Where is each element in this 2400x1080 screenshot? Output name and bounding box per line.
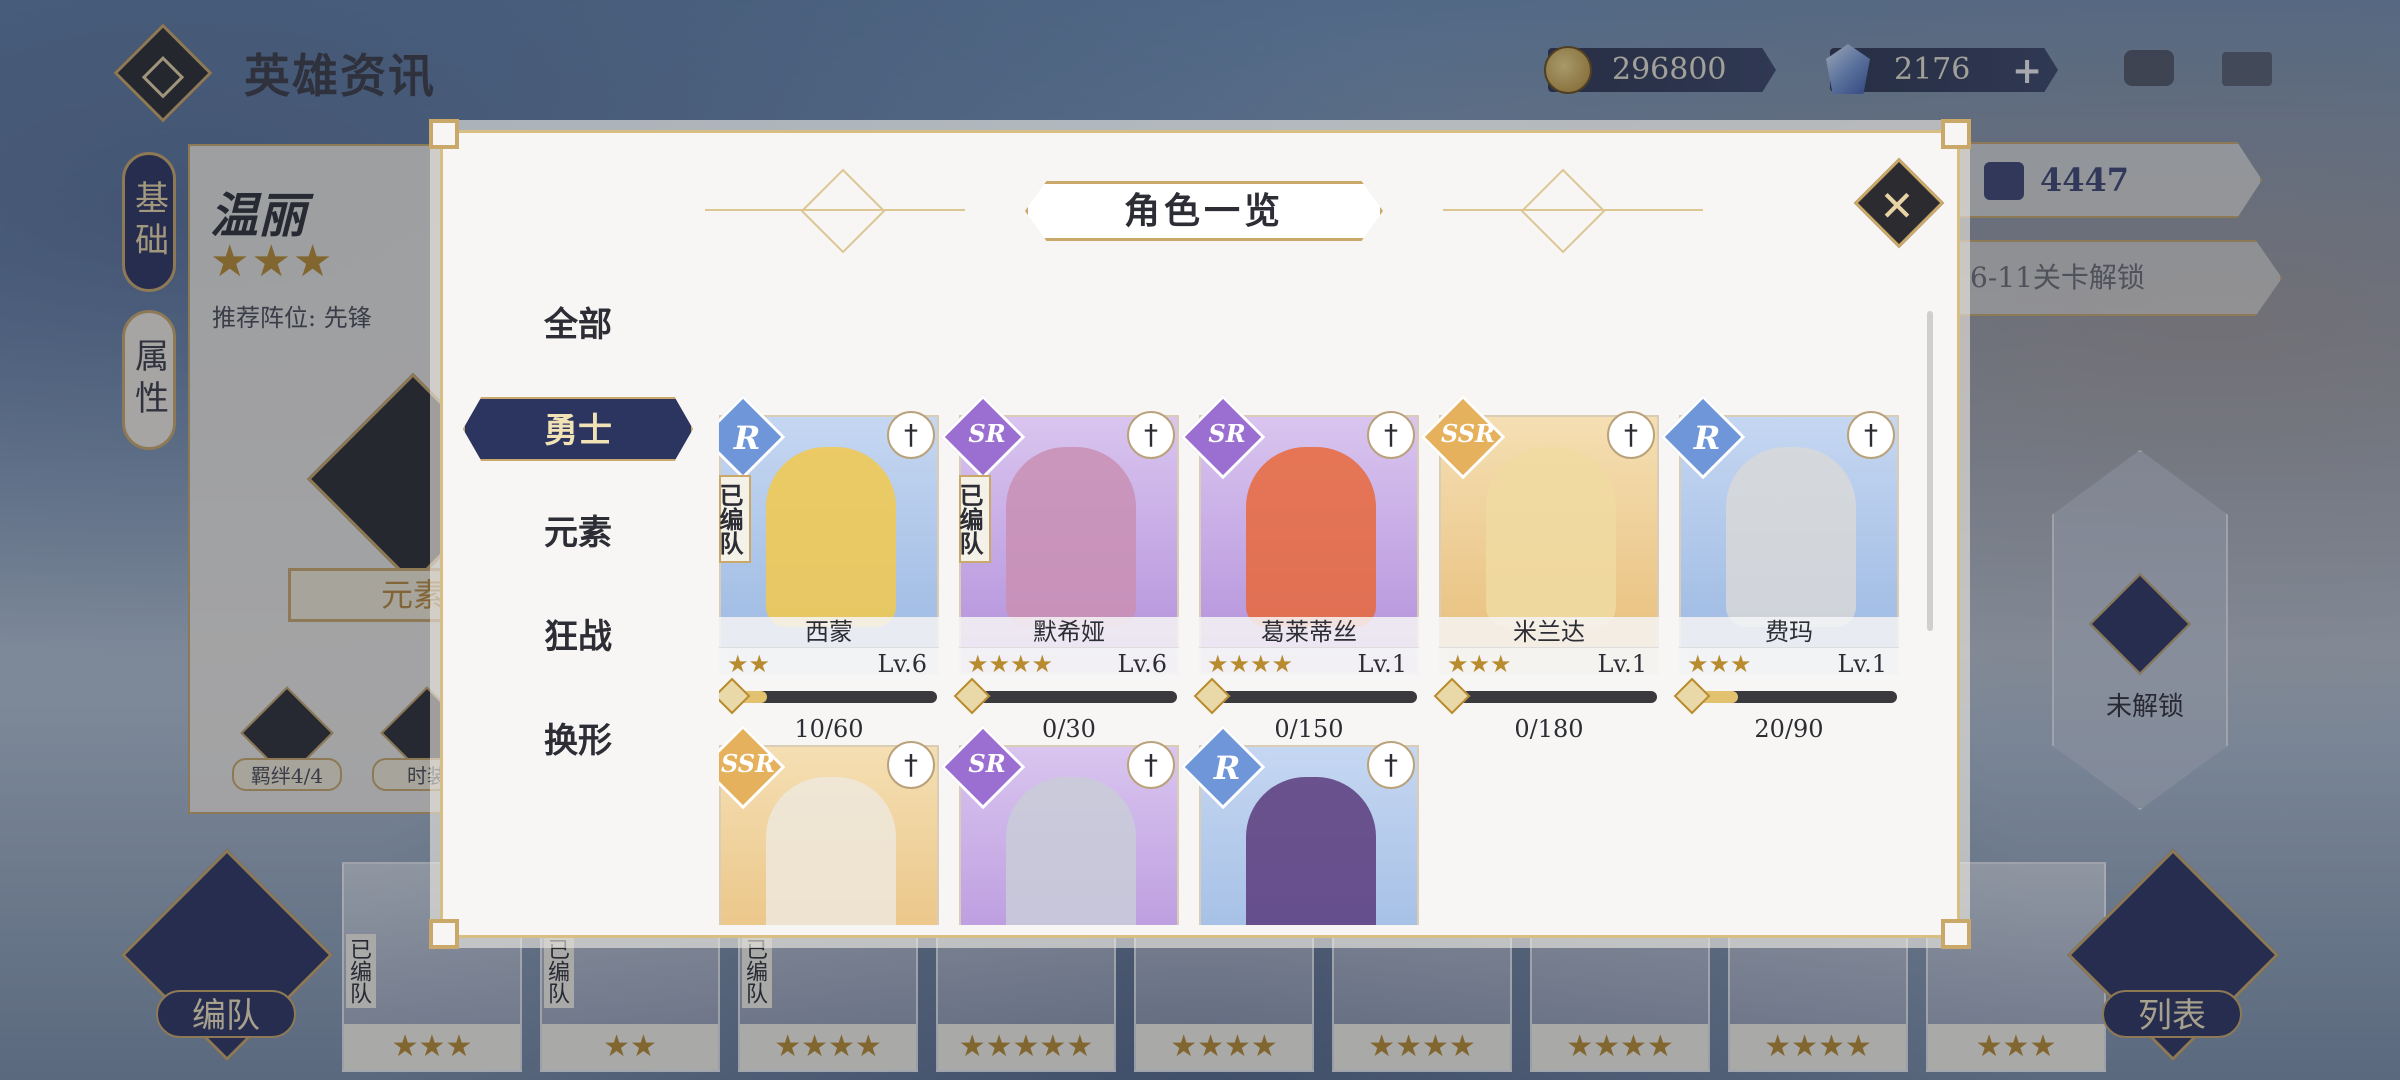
character-level: Lv.1 (1597, 650, 1647, 678)
rarity-label: SR (968, 419, 1006, 448)
close-button[interactable]: ✕ (1853, 157, 1945, 249)
category-1[interactable]: 勇士 (463, 397, 693, 461)
character-level: Lv.1 (1837, 650, 1887, 678)
character-art (1006, 447, 1136, 627)
character-card[interactable]: R†尤妮娅★★Lv.1 (1180, 724, 1419, 925)
corner-ornament (1941, 919, 1971, 949)
exp-marker-icon (1433, 677, 1471, 715)
character-art (766, 777, 896, 925)
exp-progress-bar (1453, 691, 1657, 703)
character-list-modal: 角色一览 ✕ 全部 勇士 元素 狂战 换形 R † 已编队 西蒙 ★★ Lv.6 10/60 SR † 已… (429, 119, 1971, 949)
in-team-tag: 已编队 (955, 475, 991, 563)
character-level: Lv.6 (1117, 650, 1167, 678)
character-name: 西蒙 (719, 617, 939, 647)
close-icon: ✕ (1879, 181, 1915, 231)
character-grid: R † 已编队 西蒙 ★★ Lv.6 10/60 SR † 已编队 默希娅 ★★★★ Lv.6 0/30 S… (719, 279, 1909, 925)
character-info-row: ★★★ Lv.1 (1679, 647, 1899, 679)
character-name: 默希娅 (959, 617, 1179, 647)
character-stars: ★★★★ (1207, 650, 1294, 678)
exp-progress-bar (973, 691, 1177, 703)
sword-class-icon: † (887, 741, 935, 789)
character-art (1006, 777, 1136, 925)
exp-progress-bar (1693, 691, 1897, 703)
sword-class-icon: † (887, 411, 935, 459)
exp-progress-bar (733, 691, 937, 703)
character-art (1246, 447, 1376, 627)
exp-text: 0/180 (1514, 715, 1584, 743)
modal-title: 角色一览 (1025, 181, 1383, 241)
character-name: 葛莱蒂丝 (1199, 617, 1419, 647)
character-level: Lv.6 (877, 650, 927, 678)
rarity-label: SSR (721, 749, 776, 778)
character-card[interactable]: SR†塔娅★★Lv.1 (940, 724, 1179, 925)
character-name: 费玛 (1679, 617, 1899, 647)
rarity-label: R (733, 419, 761, 457)
header-diamond-ornament (800, 168, 886, 254)
character-art (1246, 777, 1376, 925)
character-card[interactable]: R † 已编队 西蒙 ★★ Lv.6 10/60 (719, 394, 939, 745)
exp-progress-bar (1213, 691, 1417, 703)
rarity-label: SR (968, 749, 1006, 778)
exp-marker-icon (1193, 677, 1231, 715)
character-info-row: ★★ Lv.6 (719, 647, 939, 679)
character-stars: ★★★ (1447, 650, 1512, 678)
category-2[interactable]: 元素 (463, 501, 693, 565)
character-info-row: ★★★★ Lv.6 (959, 647, 1179, 679)
character-stars: ★★★★ (967, 650, 1054, 678)
character-card[interactable]: SR † 已编队 默希娅 ★★★★ Lv.6 0/30 (940, 394, 1179, 745)
character-level: Lv.1 (1357, 650, 1407, 678)
modal-header: 角色一览 ✕ (443, 133, 1957, 293)
corner-ornament (429, 919, 459, 949)
character-info-row: ★★★★ Lv.1 (1199, 647, 1419, 679)
sword-class-icon: † (1367, 411, 1415, 459)
category-3[interactable]: 狂战 (463, 605, 693, 669)
sword-class-icon: † (1607, 411, 1655, 459)
sword-class-icon: † (1847, 411, 1895, 459)
character-card[interactable]: SR † 葛莱蒂丝 ★★★★ Lv.1 0/150 (1180, 394, 1419, 745)
sword-class-icon: † (1367, 741, 1415, 789)
category-menu: 全部勇士元素狂战换形 (463, 293, 693, 813)
character-stars: ★★ (727, 650, 771, 678)
character-art (766, 447, 896, 627)
exp-marker-icon (953, 677, 991, 715)
character-card[interactable]: SSR†夜崎隐★★Lv.1 (719, 724, 939, 925)
character-card[interactable]: R † 费玛 ★★★ Lv.1 20/90 (1660, 394, 1899, 745)
character-info-row: ★★★ Lv.1 (1439, 647, 1659, 679)
exp-marker-icon (1673, 677, 1711, 715)
header-diamond-ornament (1520, 168, 1606, 254)
character-art (1486, 447, 1616, 627)
grid-scrollbar[interactable] (1927, 311, 1933, 631)
character-art (1726, 447, 1856, 627)
in-team-tag: 已编队 (719, 475, 751, 563)
exp-text: 20/90 (1754, 715, 1824, 743)
exp-marker-icon (719, 677, 751, 715)
character-name: 米兰达 (1439, 617, 1659, 647)
character-card[interactable]: SSR † 米兰达 ★★★ Lv.1 0/180 (1420, 394, 1659, 745)
category-0[interactable]: 全部 (463, 293, 693, 357)
rarity-label: SSR (1441, 419, 1496, 448)
rarity-label: SR (1208, 419, 1246, 448)
rarity-label: R (1693, 419, 1721, 457)
sword-class-icon: † (1127, 411, 1175, 459)
rarity-label: R (1213, 749, 1241, 787)
sword-class-icon: † (1127, 741, 1175, 789)
category-4[interactable]: 换形 (463, 709, 693, 773)
character-stars: ★★★ (1687, 650, 1752, 678)
